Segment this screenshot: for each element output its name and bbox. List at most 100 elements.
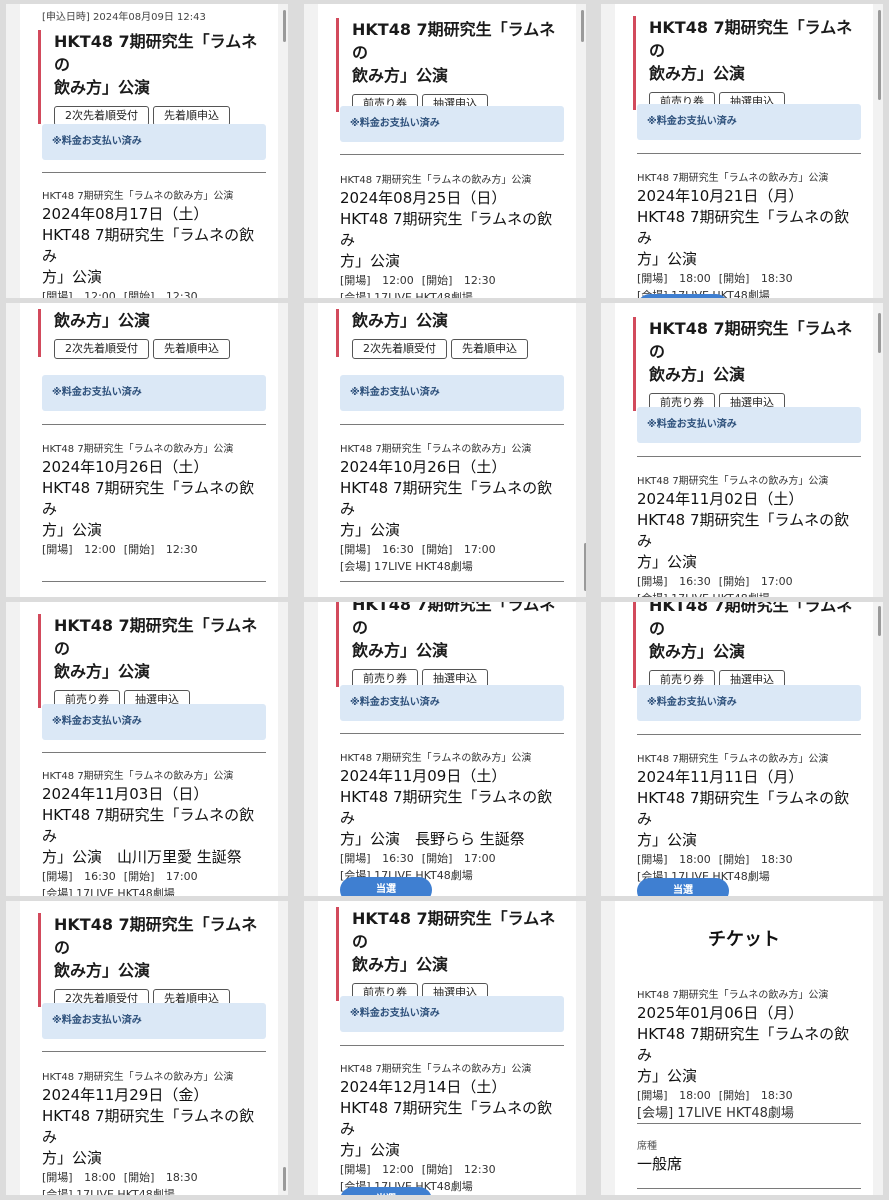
event-entry: HKT48 7期研究生「ラムネの飲み方」公演 2024年11月02日（土） HK… [637, 475, 861, 597]
show-title-line2: 飲み方」公演 [649, 64, 746, 83]
win-button[interactable]: 当選 [340, 877, 432, 896]
show-title-line1: HKT48 7期研究生「ラムネの [352, 20, 556, 62]
open-time: 18:00 [679, 272, 711, 285]
event-venue: [会場] 17LIVE HKT48劇場 [637, 590, 861, 597]
open-label: [開場] [340, 274, 371, 287]
event-date: 2024年12月14日（土） [340, 1078, 507, 1096]
show-title-line1: HKT48 7期研究生「ラムネの [649, 319, 853, 361]
start-time: 12:30 [165, 290, 198, 298]
divider [340, 154, 564, 155]
show-title-line2: 飲み方」公演 [352, 66, 449, 85]
show-header: HKT48 7期研究生「ラムネの 飲み方」公演 前売り券 抽選申込 [336, 907, 564, 1003]
divider [340, 733, 564, 734]
card: HKT48 7期研究生「ラムネの 飲み方」公演 前売り券 抽選申込 ※料金お支払い… [318, 901, 576, 1195]
event-times: [開場] 12:00 [開始] 12:30 [42, 541, 266, 558]
event-date: 2024年10月26日（土） [340, 458, 507, 476]
panel-2: HKT48 7期研究生「ラムネの 飲み方」公演 前売り券 抽選申込 ※料金お支払い… [304, 4, 586, 298]
ticket-heading: チケット [708, 929, 780, 950]
show-title-line2: 飲み方」公演 [352, 641, 449, 660]
card: HKT48 7期研究生「ラムネの 飲み方」公演 前売り券 抽選申込 ※料金お支払い… [318, 4, 576, 298]
show-header: HKT48 7期研究生「ラムネの 飲み方」公演 前売り券 抽選申込 [336, 18, 564, 114]
panel-12: チケット HKT48 7期研究生「ラムネの飲み方」公演 2025年01月06日（… [601, 901, 883, 1195]
open-label: [開場] [637, 853, 668, 866]
event-name-line1: HKT48 7期研究生「ラムネの飲み [340, 788, 553, 827]
scrollbar[interactable] [878, 10, 881, 100]
show-header: 飲み方」公演 2次先着順受付 先着順申込 [336, 309, 564, 359]
event-date: 2024年11月29日（金） [42, 1086, 209, 1104]
win-button[interactable]: 当選 [637, 878, 729, 896]
show-header: HKT48 7期研究生「ラムネの 飲み方」公演 2次先着順受付 先着順申込 [38, 30, 266, 126]
paid-notice: ※料金お支払い済み [340, 996, 564, 1032]
scrollbar[interactable] [283, 1167, 286, 1191]
event-times: [開場] 16:30 [開始] 17:00 [637, 573, 861, 590]
paid-notice: ※料金お支払い済み [42, 704, 266, 740]
open-time: 18:00 [84, 1171, 116, 1184]
second-first-come-button[interactable]: 2次先着順受付 [54, 339, 149, 359]
event-times: [開場] 18:00 [開始] 18:30 [637, 270, 861, 287]
show-title-line2: 飲み方」公演 [54, 311, 151, 330]
event-name-line2: 方」公演 [340, 521, 401, 539]
event-show-name: HKT48 7期研究生「ラムネの飲み方」公演 [340, 1064, 532, 1075]
event-entry: HKT48 7期研究生「ラムネの飲み方」公演 2024年11月11日（月） HK… [637, 753, 861, 885]
first-come-apply-button[interactable]: 先着順申込 [153, 106, 230, 126]
win-button[interactable]: 当選 [340, 1187, 432, 1195]
seat-type-label: 席種 [637, 1141, 657, 1152]
event-name-line1: HKT48 7期研究生「ラムネの飲み [340, 1099, 553, 1138]
card: 飲み方」公演 2次先着順受付 先着順申込 ※料金お支払い済み HKT48 7期研究… [20, 303, 278, 597]
card: HKT48 7期研究生「ラムネの 飲み方」公演 前売り券 抽選申込 ※料金お支払い… [318, 602, 576, 896]
scrollbar[interactable] [584, 543, 586, 591]
event-date: 2024年11月02日（土） [637, 490, 804, 508]
divider [42, 752, 266, 753]
card: HKT48 7期研究生「ラムネの 飲み方」公演 前売り券 抽選申込 ※料金お支払い… [615, 4, 873, 298]
start-label: [開始] [123, 1171, 155, 1184]
divider [637, 153, 861, 154]
scrollbar[interactable] [283, 10, 286, 42]
event-times: [開場] 18:00 [開始] 18:30 [637, 1087, 861, 1104]
event-entry: HKT48 7期研究生「ラムネの飲み方」公演 2024年08月25日（日） HK… [340, 174, 564, 298]
first-come-apply-button[interactable]: 先着順申込 [451, 339, 528, 359]
event-times: [開場] 18:00 [開始] 18:30 [637, 851, 861, 868]
open-time: 12:00 [84, 290, 116, 298]
event-name-line2: 方」公演 [637, 831, 698, 849]
event-venue: [会場] 17LIVE HKT48劇場 [340, 560, 473, 573]
show-title-line2: 飲み方」公演 [649, 365, 746, 384]
divider [340, 424, 564, 425]
start-label: [開始] [718, 575, 750, 588]
event-show-name: HKT48 7期研究生「ラムネの飲み方」公演 [637, 173, 829, 184]
event-name-line2: 方」公演 [340, 1141, 401, 1159]
event-times: [開場] 16:30 [開始] 17:00 [42, 868, 266, 885]
scrollbar[interactable] [878, 606, 881, 636]
event-entry: HKT48 7期研究生「ラムネの飲み方」公演 2024年11月29日（金） HK… [42, 1071, 266, 1195]
first-come-apply-button[interactable]: 先着順申込 [153, 339, 230, 359]
event-entry: HKT48 7期研究生「ラムネの飲み方」公演 2024年12月14日（土） HK… [340, 1063, 564, 1195]
panel-6: HKT48 7期研究生「ラムネの 飲み方」公演 前売り券 抽選申込 ※料金お支払い… [601, 303, 883, 597]
show-title-line1: HKT48 7期研究生「ラムネの [54, 616, 258, 658]
event-name-line1: HKT48 7期研究生「ラムネの飲み [42, 1107, 255, 1146]
start-label: [開始] [123, 290, 155, 298]
event-name-line2: 方」公演 [42, 1149, 103, 1167]
show-title-line2: 飲み方」公演 [54, 662, 151, 681]
divider [340, 1045, 564, 1046]
second-first-come-button[interactable]: 2次先着順受付 [54, 106, 149, 126]
second-first-come-button[interactable]: 2次先着順受付 [352, 339, 447, 359]
start-time: 12:30 [165, 543, 198, 556]
scrollbar[interactable] [878, 313, 881, 353]
open-label: [開場] [340, 543, 371, 556]
scrollbar[interactable] [581, 10, 584, 42]
show-title-line2: 飲み方」公演 [649, 642, 746, 661]
start-label: [開始] [718, 272, 750, 285]
event-name-line1: HKT48 7期研究生「ラムネの飲み [637, 511, 850, 550]
start-label: [開始] [421, 1163, 453, 1176]
open-label: [開場] [340, 852, 371, 865]
show-header: HKT48 7期研究生「ラムネの 飲み方」公演 前売り券 抽選申込 [633, 317, 861, 413]
card: [申込日時] 2024年08月09日 12:43 HKT48 7期研究生「ラムネ… [20, 4, 278, 298]
event-name-line1: HKT48 7期研究生「ラムネの飲み [42, 226, 255, 265]
show-title-line1: HKT48 7期研究生「ラムネの [649, 602, 853, 638]
win-button[interactable]: 当選 [637, 294, 729, 298]
event-name-line2: 方」公演 [637, 553, 698, 571]
open-time: 18:00 [679, 853, 711, 866]
event-name-line2: 方」公演 山川万里愛 生誕祭 [42, 848, 242, 866]
event-name-line1: HKT48 7期研究生「ラムネの飲み [340, 210, 553, 249]
paid-notice: ※料金お支払い済み [42, 1003, 266, 1039]
panel-5: 飲み方」公演 2次先着順受付 先着順申込 ※料金お支払い済み HKT48 7期研究… [304, 303, 586, 597]
